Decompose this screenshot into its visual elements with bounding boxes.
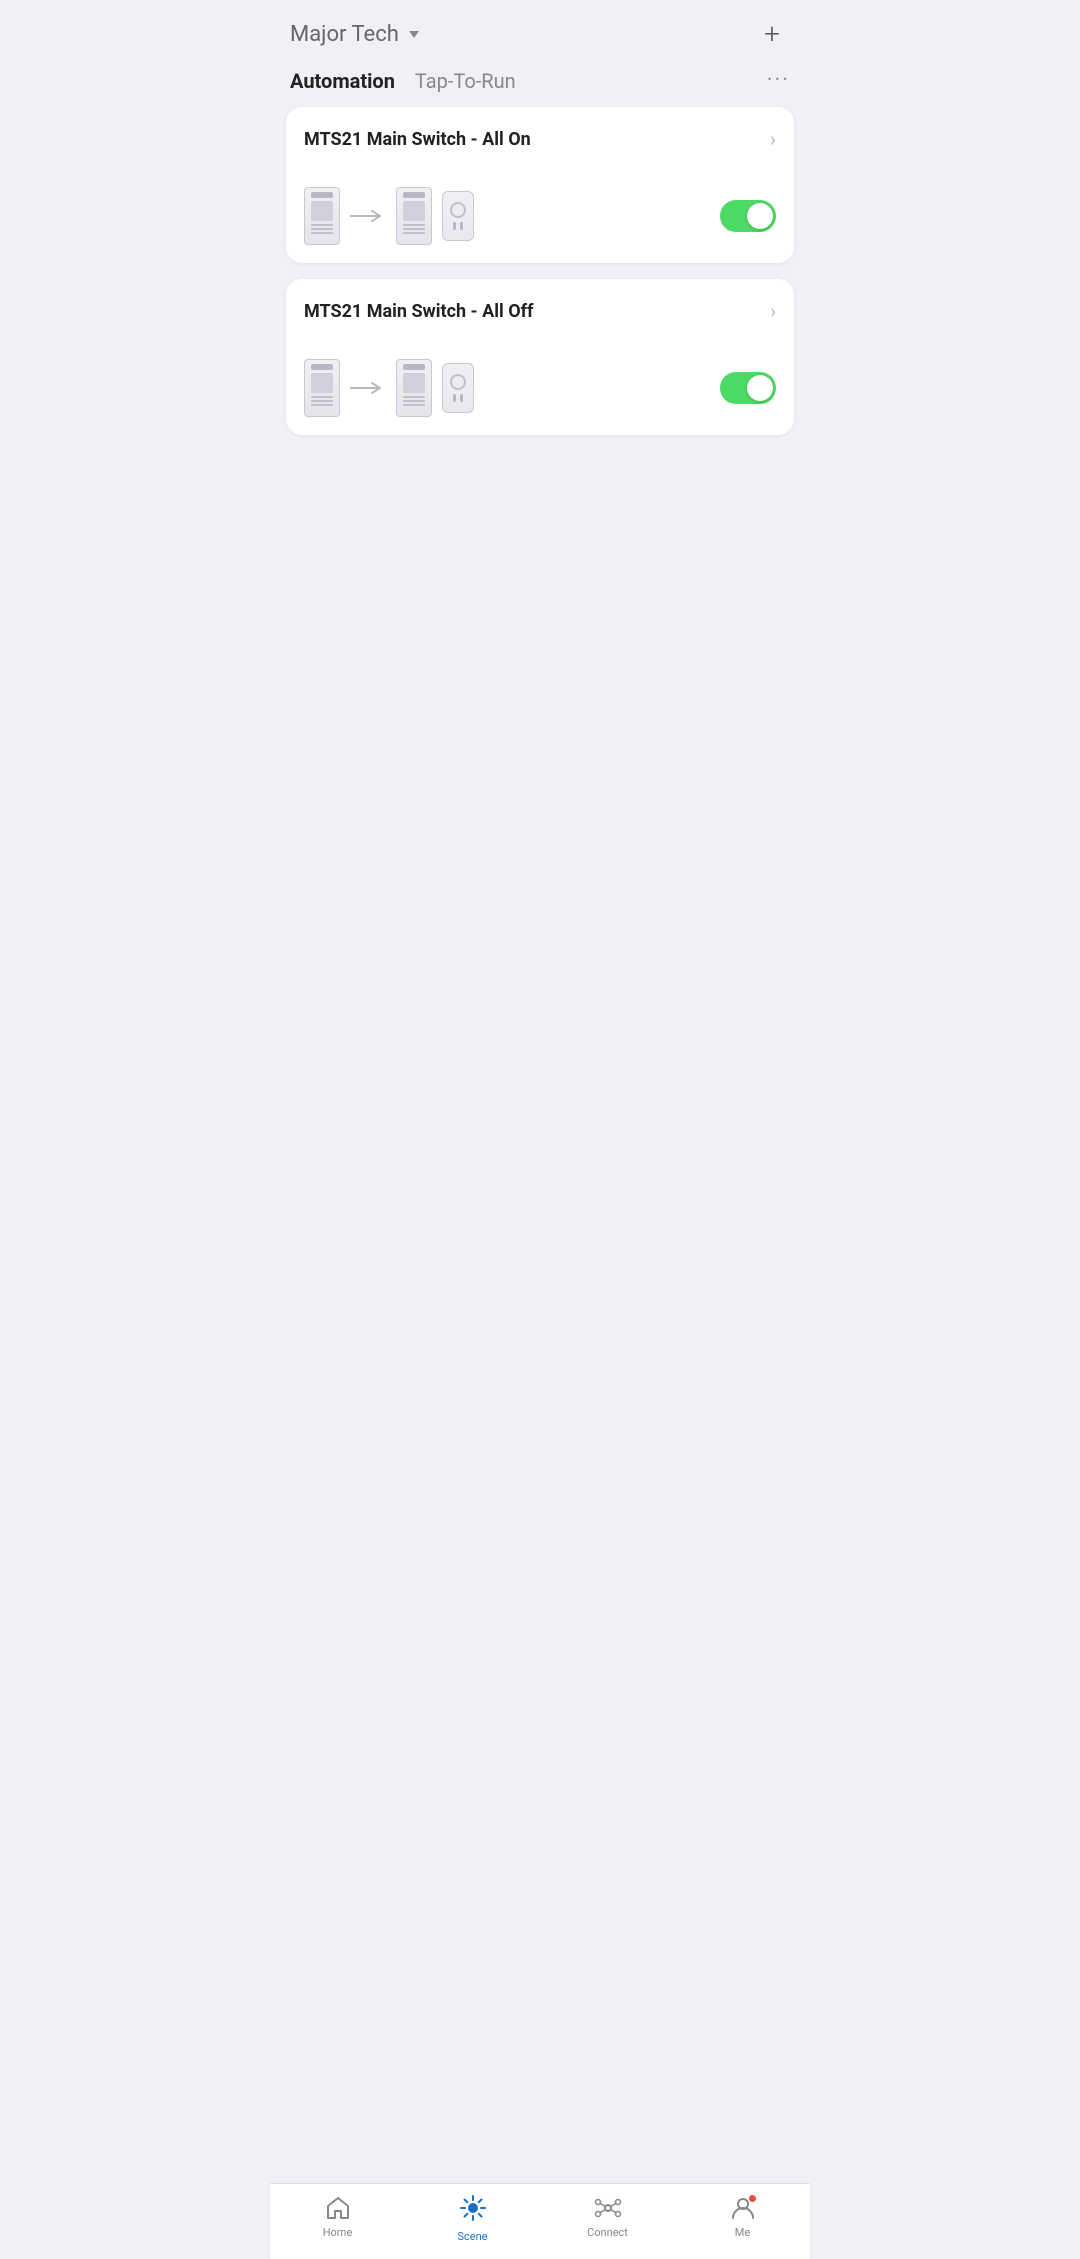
device-line-7	[311, 396, 333, 398]
scene-icon-wrapper	[459, 2194, 487, 2226]
device-icon-action-1a	[396, 187, 432, 245]
device-icon-trigger-1	[304, 187, 340, 245]
nav-item-home[interactable]: Home	[308, 2194, 368, 2243]
nav-label-home: Home	[323, 2226, 353, 2239]
device-lines-1	[311, 224, 333, 234]
device-line-12	[403, 404, 425, 406]
device-line-3	[311, 232, 333, 234]
device-line-11	[403, 400, 425, 402]
device-screen-1	[311, 201, 333, 221]
device-lines-2	[403, 224, 425, 234]
device-line-8	[311, 400, 333, 402]
device-line-4	[403, 224, 425, 226]
device-line-6	[403, 232, 425, 234]
plug-circle-2	[450, 374, 466, 390]
me-icon-wrapper	[729, 2194, 757, 2222]
device-lines-3	[311, 396, 333, 406]
scene-icon	[459, 2194, 487, 2222]
automation-title-2: MTS21 Main Switch - All Off	[304, 301, 534, 322]
home-name: Major Tech	[290, 22, 399, 47]
device-line-9	[311, 404, 333, 406]
tab-automation[interactable]: Automation	[290, 69, 395, 93]
flow-arrow-1	[350, 208, 386, 224]
bottom-navigation: Home Scene	[270, 2183, 810, 2259]
device-icon-action-1b	[442, 191, 474, 241]
nav-item-connect[interactable]: Connect	[578, 2194, 638, 2243]
plug-pin-3	[453, 394, 456, 402]
header: Major Tech +	[270, 0, 810, 62]
plug-pin-2	[460, 222, 463, 230]
card-header-2[interactable]: MTS21 Main Switch - All Off ›	[304, 299, 776, 323]
nav-label-connect: Connect	[587, 2226, 628, 2239]
plug-pin-4	[460, 394, 463, 402]
plug-pins-2	[453, 394, 463, 402]
card-footer-2	[304, 359, 776, 417]
automations-list: MTS21 Main Switch - All On ›	[270, 107, 810, 435]
device-flow-2	[304, 359, 474, 417]
plug-pin-1	[453, 222, 456, 230]
chevron-down-icon	[409, 31, 419, 38]
automation-card-1: MTS21 Main Switch - All On ›	[286, 107, 794, 263]
device-line-2	[311, 228, 333, 230]
device-screen-4	[403, 373, 425, 393]
add-button[interactable]: +	[754, 16, 790, 52]
automation-title-1: MTS21 Main Switch - All On	[304, 129, 531, 150]
flow-arrow-2	[350, 380, 386, 396]
device-top-3	[311, 364, 333, 370]
device-line-5	[403, 228, 425, 230]
automation-card-2: MTS21 Main Switch - All Off ›	[286, 279, 794, 435]
tabs-bar: Automation Tap-To-Run ···	[270, 62, 810, 107]
device-icon-action-2b	[442, 363, 474, 413]
device-lines-4	[403, 396, 425, 406]
card-header-1[interactable]: MTS21 Main Switch - All On ›	[304, 127, 776, 151]
device-top-1	[311, 192, 333, 198]
device-flow-1	[304, 187, 474, 245]
device-screen-3	[311, 373, 333, 393]
tabs-more-button[interactable]: ···	[767, 68, 790, 93]
automation-toggle-2[interactable]	[720, 372, 776, 404]
plug-pins-1	[453, 222, 463, 230]
nav-item-scene[interactable]: Scene	[443, 2194, 503, 2243]
card-footer-1	[304, 187, 776, 245]
card-chevron-icon-1: ›	[770, 127, 776, 151]
connect-icon	[594, 2194, 622, 2222]
device-line-1	[311, 224, 333, 226]
device-line-10	[403, 396, 425, 398]
device-icon-trigger-2	[304, 359, 340, 417]
plus-icon: +	[764, 20, 780, 48]
device-top-4	[403, 364, 425, 370]
nav-label-scene: Scene	[457, 2230, 487, 2243]
tab-tap-to-run[interactable]: Tap-To-Run	[415, 69, 516, 93]
nav-label-me: Me	[735, 2226, 750, 2239]
device-screen-2	[403, 201, 425, 221]
card-chevron-icon-2: ›	[770, 299, 776, 323]
plug-circle-1	[450, 202, 466, 218]
device-top-2	[403, 192, 425, 198]
device-icon-action-2a	[396, 359, 432, 417]
notification-badge	[748, 2194, 757, 2203]
nav-item-me[interactable]: Me	[713, 2194, 773, 2243]
automation-toggle-1[interactable]	[720, 200, 776, 232]
home-icon	[324, 2194, 352, 2222]
home-selector[interactable]: Major Tech	[290, 22, 419, 47]
